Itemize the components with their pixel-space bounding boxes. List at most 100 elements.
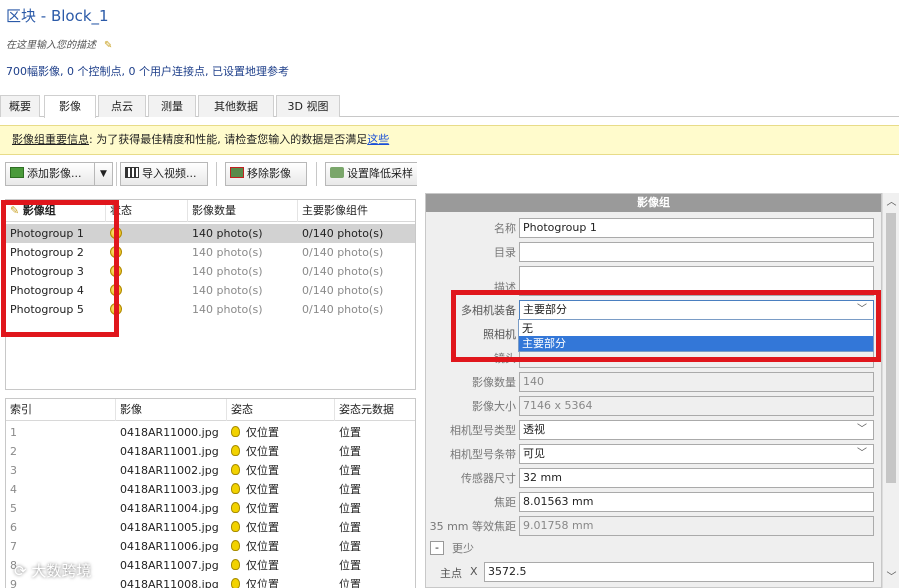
photo-count: 140 photo(s)	[192, 303, 263, 316]
photo-row[interactable]: 1 0418AR11000.jpg 仅位置 位置	[6, 423, 415, 442]
photo-pose: 仅位置	[227, 518, 279, 537]
bulb-icon	[231, 464, 240, 475]
photo-index: 4	[10, 483, 17, 496]
photo-row[interactable]: 4 0418AR11003.jpg 仅位置 位置	[6, 480, 415, 499]
tab-additional-data[interactable]: 其他数据	[198, 95, 274, 117]
photo-pose-meta: 位置	[339, 426, 361, 439]
add-images-button[interactable]: 添加影像... ▼	[5, 162, 113, 186]
collapse-icon[interactable]: -	[430, 541, 444, 555]
photo-count: 140 photo(s)	[192, 246, 263, 259]
panel-title: 影像组	[426, 194, 881, 212]
bulb-icon	[231, 426, 240, 437]
panel-scrollbar[interactable]: ︿ ﹀	[882, 193, 899, 588]
banner-link[interactable]: 这些	[367, 133, 389, 146]
focal-length-label: 焦距	[494, 496, 516, 509]
info-banner: 影像组重要信息: 为了获得最佳精度和性能, 请检查您输入的数据是否满足这些	[0, 125, 899, 155]
dropdown-arrow-icon[interactable]: ▼	[94, 163, 112, 185]
principal-point-label: 主点	[440, 567, 462, 580]
camera-model-type-select[interactable]: 透视 ﹀	[519, 420, 874, 440]
bulb-icon	[231, 483, 240, 494]
photo-pose: 仅位置	[227, 461, 279, 480]
tab-surveys[interactable]: 测量	[148, 95, 196, 117]
import-video-button[interactable]: 导入视频...	[120, 162, 208, 186]
photogroup-properties-panel: 影像组 名称 Photogroup 1 目录 描述 多相机装备 主要部分 ﹀ 照相…	[425, 193, 882, 588]
name-input[interactable]: Photogroup 1	[519, 218, 874, 238]
photo-count: 140 photo(s)	[192, 265, 263, 278]
photo-index: 5	[10, 502, 17, 515]
photo-count-input: 140	[519, 372, 874, 392]
chevron-down-icon: ﹀	[857, 424, 867, 435]
photo-pose-meta: 位置	[339, 464, 361, 477]
import-video-label: 导入视频...	[142, 167, 197, 180]
photo-index: 7	[10, 540, 17, 553]
photo-row[interactable]: 2 0418AR11001.jpg 仅位置 位置	[6, 442, 415, 461]
directory-input[interactable]	[519, 242, 874, 262]
photo-file: 0418AR11008.jpg	[120, 578, 219, 588]
image-size-input: 7146 x 5364	[519, 396, 874, 416]
name-label: 名称	[494, 222, 516, 235]
less-toggle[interactable]: 更少	[452, 540, 474, 556]
photo-pose-meta: 位置	[339, 559, 361, 572]
column-header[interactable]: 索引	[6, 399, 116, 421]
highlight-box-camera-rig	[451, 290, 881, 362]
remove-images-label: 移除影像	[247, 167, 291, 180]
photo-row[interactable]: 3 0418AR11002.jpg 仅位置 位置	[6, 461, 415, 480]
block-title: 区块 - Block_1	[6, 7, 109, 25]
tab-3d-view[interactable]: 3D 视图	[276, 95, 340, 117]
watermark: ⟳ 大数跨境	[14, 560, 91, 581]
scroll-down-icon[interactable]: ﹀	[883, 570, 899, 586]
equiv-focal-label: 35 mm 等效焦距	[429, 520, 516, 533]
remove-images-button[interactable]: 移除影像	[225, 162, 307, 186]
description-field[interactable]: 在这里输入您的描述 ✎	[6, 36, 112, 51]
set-downsample-label: 设置降低采样	[347, 167, 413, 180]
watermark-logo-icon: ⟳	[14, 562, 27, 580]
tab-point-clouds[interactable]: 点云	[98, 95, 146, 117]
camera-band-label: 相机型号条带	[450, 448, 516, 461]
focal-length-input[interactable]: 8.01563 mm	[519, 492, 874, 512]
bulb-icon	[231, 502, 240, 513]
photo-file: 0418AR11005.jpg	[120, 521, 219, 534]
photo-index: 1	[10, 426, 17, 439]
column-header[interactable]: 影像数量	[188, 200, 298, 222]
scroll-up-icon[interactable]: ︿	[883, 195, 899, 211]
photo-file: 0418AR11000.jpg	[120, 426, 219, 439]
bulb-icon	[231, 540, 240, 551]
description-placeholder: 在这里输入您的描述	[6, 40, 96, 51]
photo-row[interactable]: 6 0418AR11005.jpg 仅位置 位置	[6, 518, 415, 537]
camera-band-select[interactable]: 可见 ﹀	[519, 444, 874, 464]
add-images-label: 添加影像...	[27, 167, 82, 180]
bulb-icon	[231, 521, 240, 532]
toolbar-separator	[116, 162, 117, 186]
scrollbar-thumb[interactable]	[886, 213, 896, 483]
block-summary: 700幅影像, 0 个控制点, 0 个用户连接点, 已设置地理参考	[6, 65, 289, 78]
directory-label: 目录	[494, 246, 516, 259]
photo-pose: 仅位置	[227, 442, 279, 461]
camera-model-type-value: 透视	[523, 423, 545, 436]
column-header[interactable]: 影像	[116, 399, 227, 421]
banner-text: : 为了获得最佳精度和性能, 请检查您输入的数据是否满足	[89, 133, 368, 146]
tab-photos[interactable]: 影像	[44, 95, 96, 118]
photo-file: 0418AR11002.jpg	[120, 464, 219, 477]
photo-row[interactable]: 5 0418AR11004.jpg 仅位置 位置	[6, 499, 415, 518]
image-size-label: 影像大小	[472, 400, 516, 413]
main-component: 0/140 photo(s)	[302, 246, 384, 259]
photo-pose: 仅位置	[227, 537, 279, 556]
principal-x-input[interactable]: 3572.5	[484, 562, 874, 582]
sensor-size-input[interactable]: 32 mm	[519, 468, 874, 488]
photo-file: 0418AR11006.jpg	[120, 540, 219, 553]
tab-overview[interactable]: 概要	[0, 95, 40, 117]
photo-row[interactable]: 7 0418AR11006.jpg 仅位置 位置	[6, 537, 415, 556]
column-header[interactable]: 姿态元数据	[335, 399, 415, 421]
set-downsample-button[interactable]: 设置降低采样	[325, 162, 417, 186]
highlight-box-photogroups	[1, 200, 119, 337]
photo-file: 0418AR11004.jpg	[120, 502, 219, 515]
column-header[interactable]: 主要影像组件	[298, 200, 415, 222]
photo-pose: 仅位置	[227, 499, 279, 518]
photo-index: 3	[10, 464, 17, 477]
downsample-icon	[330, 167, 344, 178]
remove-images-icon	[230, 167, 244, 178]
edit-pencil-icon[interactable]: ✎	[104, 40, 112, 51]
toolbar-separator	[216, 162, 217, 186]
column-header[interactable]: 姿态	[227, 399, 335, 421]
photo-file: 0418AR11003.jpg	[120, 483, 219, 496]
